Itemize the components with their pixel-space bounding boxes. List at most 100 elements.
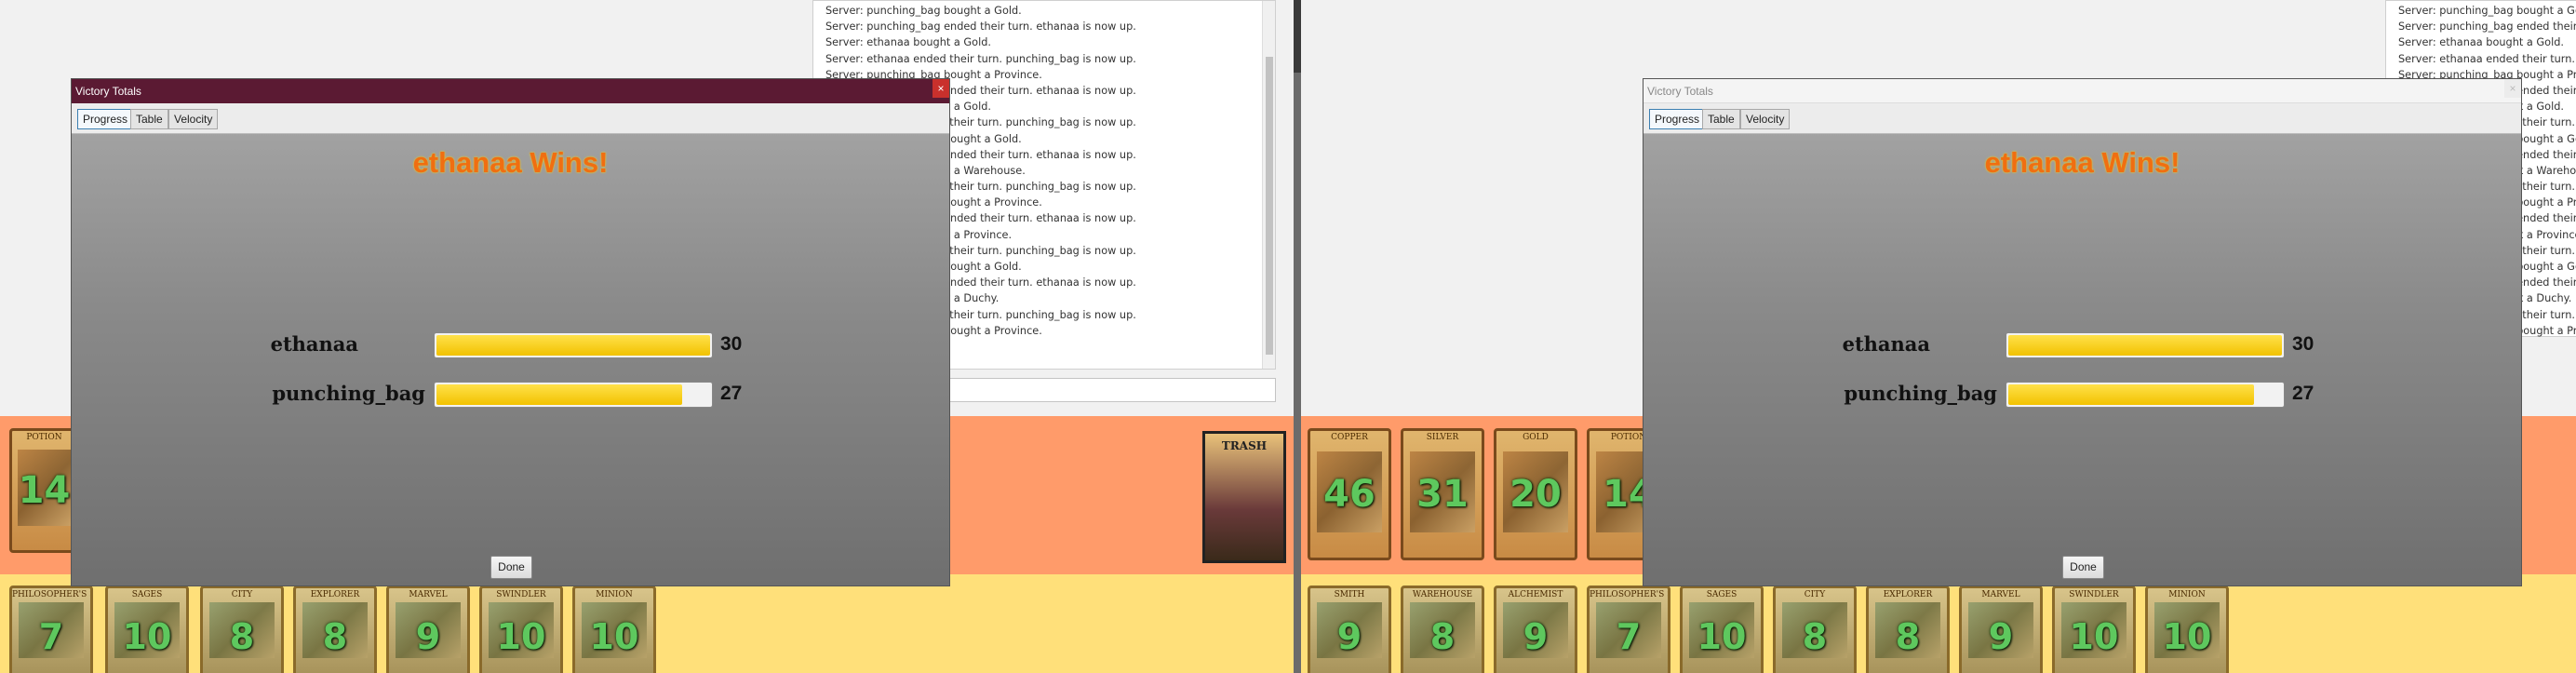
card-name: EXPLORER: [310, 590, 360, 599]
kingdom-card[interactable]: SWINDLER 10: [479, 586, 563, 673]
done-button[interactable]: Done: [2062, 556, 2104, 579]
player-name: ethanaa: [1842, 332, 1930, 356]
card-count: 10: [589, 615, 639, 657]
card-count: 7: [38, 615, 64, 657]
card-name: SAGES: [1706, 590, 1737, 599]
victory-progress-fill: [436, 335, 710, 356]
kingdom-card[interactable]: WAREHOUSE 8: [1401, 586, 1484, 673]
kingdom-card[interactable]: EXPLORER 8: [1866, 586, 1950, 673]
kingdom-card[interactable]: CITY 8: [1773, 586, 1857, 673]
supply-card-silver[interactable]: SILVER 31: [1401, 428, 1484, 560]
card-count: 9: [1336, 615, 1362, 657]
log-line: Server: punching_bag bought a Gold.: [2398, 5, 2576, 17]
log-line: Server: punching_bag ended their turn. e…: [825, 20, 1136, 34]
tab-progress[interactable]: Progress: [77, 109, 134, 129]
supply-card-copper[interactable]: COPPER 46: [1308, 428, 1391, 560]
kingdom-row: SMITH 9 WAREHOUSE 8 ALCHEMIST 9 PHILOSOP…: [1301, 574, 2576, 673]
card-name: SWINDLER: [2069, 590, 2119, 599]
card-count: 31: [1416, 473, 1469, 516]
card-name: MINION: [2168, 590, 2206, 599]
card-name: COPPER: [1331, 433, 1368, 442]
tab-table[interactable]: Table: [130, 109, 168, 129]
player-name: ethanaa: [270, 332, 358, 356]
card-name: MINION: [596, 590, 633, 599]
log-line: Server: ethanaa ended their turn. punchi…: [2398, 52, 2576, 65]
card-count: 8: [322, 615, 348, 657]
close-icon[interactable]: ×: [2504, 79, 2521, 98]
kingdom-card[interactable]: PHILOSOPHER'S STONE 7: [9, 586, 93, 673]
card-name: ALCHEMIST: [1508, 590, 1563, 599]
victory-progress-bar: [2006, 332, 2285, 358]
card-name: SILVER: [1426, 433, 1459, 442]
winner-heading: ethanaa Wins!: [1984, 146, 2180, 179]
card-name: PHILOSOPHER'S STONE: [1590, 590, 1668, 599]
kingdom-card[interactable]: SWINDLER 10: [2052, 586, 2136, 673]
card-name: CITY: [1804, 590, 1826, 599]
card-count: 10: [2162, 615, 2212, 657]
log-line: Server: punching_bag ended their turn. e…: [2398, 20, 2576, 34]
player-window-left: Server: punching_bag bought a Gold. Serv…: [0, 0, 1294, 673]
card-count: 10: [122, 615, 172, 657]
card-name: MARVEL: [409, 590, 448, 599]
card-count: 9: [1523, 615, 1549, 657]
card-name: GOLD: [1523, 433, 1549, 442]
card-name: MARVEL: [1981, 590, 2020, 599]
dialog-tab-bar: Progress Table Velocity: [1644, 103, 2521, 134]
kingdom-card[interactable]: SAGES 10: [105, 586, 189, 673]
card-count: 46: [1323, 473, 1375, 516]
kingdom-card[interactable]: MARVEL 9: [1959, 586, 2043, 673]
victory-progress-fill: [436, 384, 683, 405]
card-count: 10: [496, 615, 546, 657]
supply-card-potion[interactable]: POTION 14: [9, 428, 79, 553]
kingdom-card[interactable]: CITY 8: [200, 586, 284, 673]
card-count: 8: [229, 615, 255, 657]
kingdom-card[interactable]: SAGES 10: [1680, 586, 1764, 673]
kingdom-card[interactable]: ALCHEMIST 9: [1494, 586, 1577, 673]
kingdom-card[interactable]: MINION 10: [572, 586, 656, 673]
chat-input[interactable]: [938, 378, 1276, 402]
player-window-right: Server: punching_bag bought a Gold. Serv…: [1301, 0, 2576, 673]
card-count: 10: [2069, 615, 2119, 657]
victory-progress-fill: [2008, 335, 2282, 356]
done-button[interactable]: Done: [490, 556, 532, 579]
card-count: 8: [1429, 615, 1456, 657]
kingdom-card[interactable]: MARVEL 9: [386, 586, 470, 673]
kingdom-card[interactable]: SMITH 9: [1308, 586, 1391, 673]
victory-progress-bar: [434, 382, 713, 408]
card-count: 20: [1509, 473, 1562, 516]
card-count: 14: [18, 469, 71, 512]
card-name: PHILOSOPHER'S STONE: [12, 590, 90, 599]
card-name: SWINDLER: [496, 590, 546, 599]
kingdom-card[interactable]: MINION 10: [2145, 586, 2229, 673]
card-name: SMITH: [1334, 590, 1365, 599]
card-name: WAREHOUSE: [1412, 590, 1473, 599]
close-icon[interactable]: ×: [932, 79, 949, 98]
tab-velocity[interactable]: Velocity: [1740, 109, 1791, 129]
tab-progress[interactable]: Progress: [1649, 109, 1706, 129]
dialog-title: Victory Totals: [1644, 79, 2521, 103]
card-count: 7: [1616, 615, 1642, 657]
screen-divider-top: [1294, 0, 1301, 73]
victory-progress-bar: [434, 332, 713, 358]
player-score: 27: [720, 383, 743, 404]
trash-label: TRASH: [1221, 439, 1268, 452]
chat-scrollbar[interactable]: [1262, 1, 1275, 369]
tab-velocity[interactable]: Velocity: [168, 109, 219, 129]
chat-scrollbar-thumb[interactable]: [1266, 57, 1273, 355]
kingdom-card[interactable]: EXPLORER 8: [293, 586, 377, 673]
card-count: 8: [1802, 615, 1828, 657]
kingdom-card[interactable]: PHILOSOPHER'S STONE 7: [1587, 586, 1670, 673]
player-score: 30: [2292, 333, 2314, 355]
tab-table[interactable]: Table: [1702, 109, 1740, 129]
trash-pile[interactable]: TRASH: [1202, 431, 1286, 563]
winner-heading: ethanaa Wins!: [412, 146, 609, 179]
card-name: POTION: [26, 433, 62, 442]
victory-progress-bar: [2006, 382, 2285, 408]
card-count: 10: [1697, 615, 1747, 657]
supply-card-gold[interactable]: GOLD 20: [1494, 428, 1577, 560]
screen-divider: [1294, 0, 1301, 673]
dialog-tab-bar: Progress Table Velocity: [72, 103, 949, 134]
card-count: 9: [415, 615, 441, 657]
card-name: CITY: [231, 590, 253, 599]
card-name: SAGES: [131, 590, 163, 599]
